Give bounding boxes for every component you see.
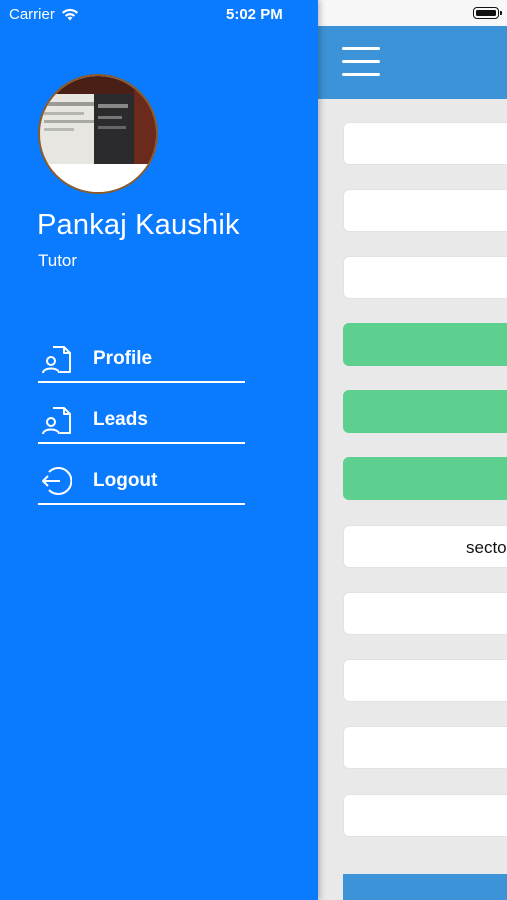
bottom-submit-button[interactable]	[343, 874, 507, 900]
green-button-1[interactable]	[343, 323, 507, 366]
profile-doc-icon	[42, 346, 71, 374]
user-name: Pankaj Kaushik	[37, 209, 240, 241]
green-button-2[interactable]	[343, 390, 507, 433]
sector-field[interactable]: secto	[343, 525, 507, 568]
carrier-label: Carrier	[9, 6, 55, 23]
input-field-2[interactable]	[343, 189, 507, 232]
avatar-photo-icon	[40, 76, 156, 192]
input-field-6[interactable]	[343, 726, 507, 769]
input-field-5[interactable]	[343, 659, 507, 702]
leads-doc-icon	[42, 407, 71, 435]
status-time: 5:02 PM	[226, 6, 283, 23]
menu-item-label: Leads	[93, 409, 148, 430]
menu-item-profile[interactable]: Profile	[38, 335, 245, 383]
menu-item-label: Profile	[93, 348, 153, 369]
input-field-3[interactable]	[343, 256, 507, 299]
wifi-icon	[61, 8, 78, 21]
sector-field-text: secto	[466, 538, 507, 557]
main-content: secto	[318, 0, 507, 900]
status-carrier-group: Carrier	[9, 6, 79, 23]
menu-item-label: Logout	[93, 470, 158, 491]
input-field-4[interactable]	[343, 592, 507, 635]
green-button-3[interactable]	[343, 457, 507, 500]
input-field-1[interactable]	[343, 122, 507, 165]
battery-icon	[473, 7, 502, 19]
logout-icon	[42, 467, 72, 495]
avatar[interactable]	[38, 74, 158, 194]
menu-item-logout[interactable]: Logout	[38, 457, 245, 505]
side-drawer: Carrier 5:02 PM Pankaj Kaushik Tutor Pro…	[0, 0, 318, 900]
user-role: Tutor	[38, 251, 78, 270]
content-status-bar	[318, 0, 507, 26]
hamburger-menu-icon[interactable]	[342, 47, 380, 77]
input-field-7[interactable]	[343, 794, 507, 837]
menu-item-leads[interactable]: Leads	[38, 396, 245, 444]
top-navbar	[318, 26, 507, 99]
